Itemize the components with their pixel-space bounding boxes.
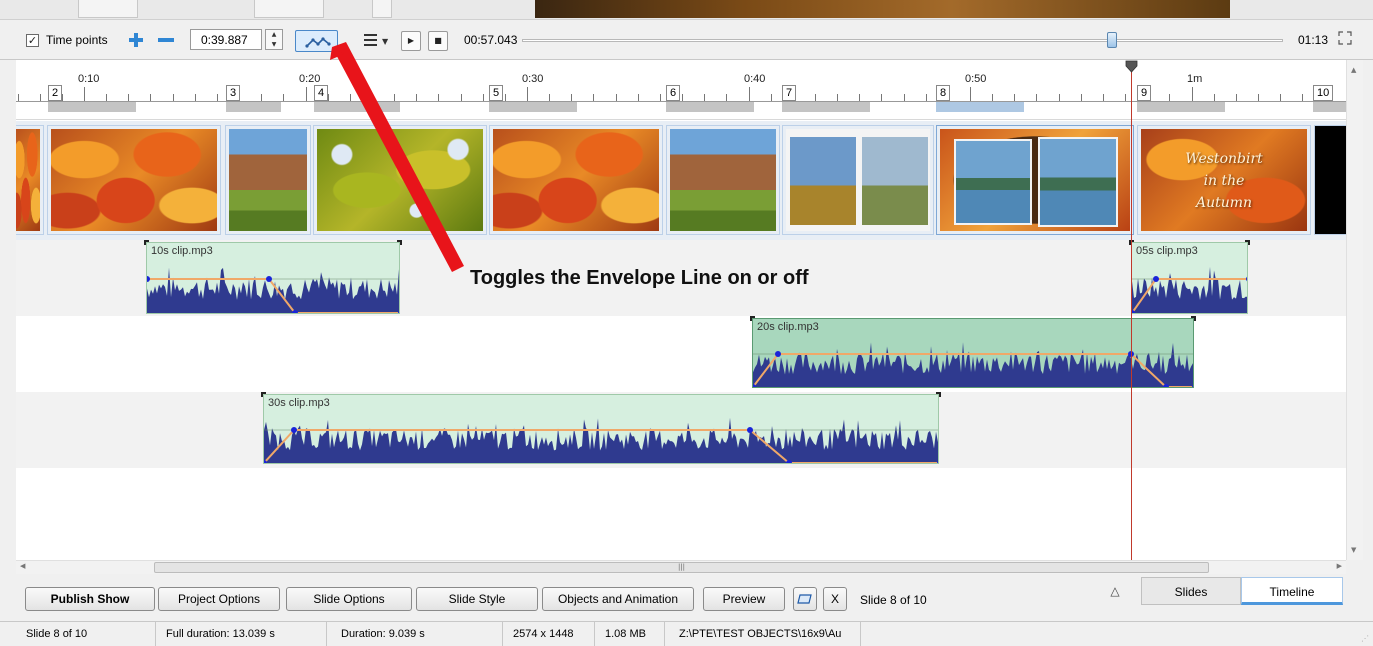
app-window: ✓ Time points 0:39.887 ▲ ▼ ▼ ▶ ■ 00:57.0… bbox=[0, 0, 1373, 646]
project-options-button[interactable]: Project Options bbox=[158, 587, 280, 611]
callout-text: Toggles the Envelope Line on or off bbox=[470, 267, 809, 289]
callout-arrow bbox=[330, 42, 464, 272]
status-slide: Slide 8 of 10 bbox=[20, 622, 156, 646]
status-size: 1.08 MB bbox=[599, 622, 665, 646]
bottom-button-bar: Publish Show Project Options Slide Optio… bbox=[0, 575, 1373, 621]
status-bar: Slide 8 of 10 Full duration: 13.039 s Du… bbox=[0, 621, 1373, 646]
status-full-duration: Full duration: 13.039 s bbox=[160, 622, 327, 646]
resize-grip-icon[interactable]: ⋰ bbox=[1361, 634, 1369, 643]
slide-style-button[interactable]: Slide Style bbox=[416, 587, 538, 611]
status-resolution: 2574 x 1448 bbox=[507, 622, 595, 646]
slide-counter: Slide 8 of 10 bbox=[860, 593, 927, 607]
preview-button[interactable]: Preview bbox=[703, 587, 785, 611]
publish-show-button[interactable]: Publish Show bbox=[25, 587, 155, 611]
window-icon bbox=[797, 594, 812, 604]
tab-timeline[interactable]: Timeline bbox=[1241, 577, 1343, 605]
slide-options-button[interactable]: Slide Options bbox=[286, 587, 412, 611]
objects-and-animation-button[interactable]: Objects and Animation bbox=[542, 587, 694, 611]
status-duration: Duration: 9.039 s bbox=[335, 622, 503, 646]
tab-slides[interactable]: Slides bbox=[1141, 577, 1241, 605]
status-path: Z:\PTE\TEST OBJECTS\16x9\Au bbox=[673, 622, 861, 646]
collapse-icon[interactable]: △ bbox=[1090, 577, 1140, 605]
window-button[interactable] bbox=[793, 587, 817, 611]
close-slide-button[interactable]: X bbox=[823, 587, 847, 611]
